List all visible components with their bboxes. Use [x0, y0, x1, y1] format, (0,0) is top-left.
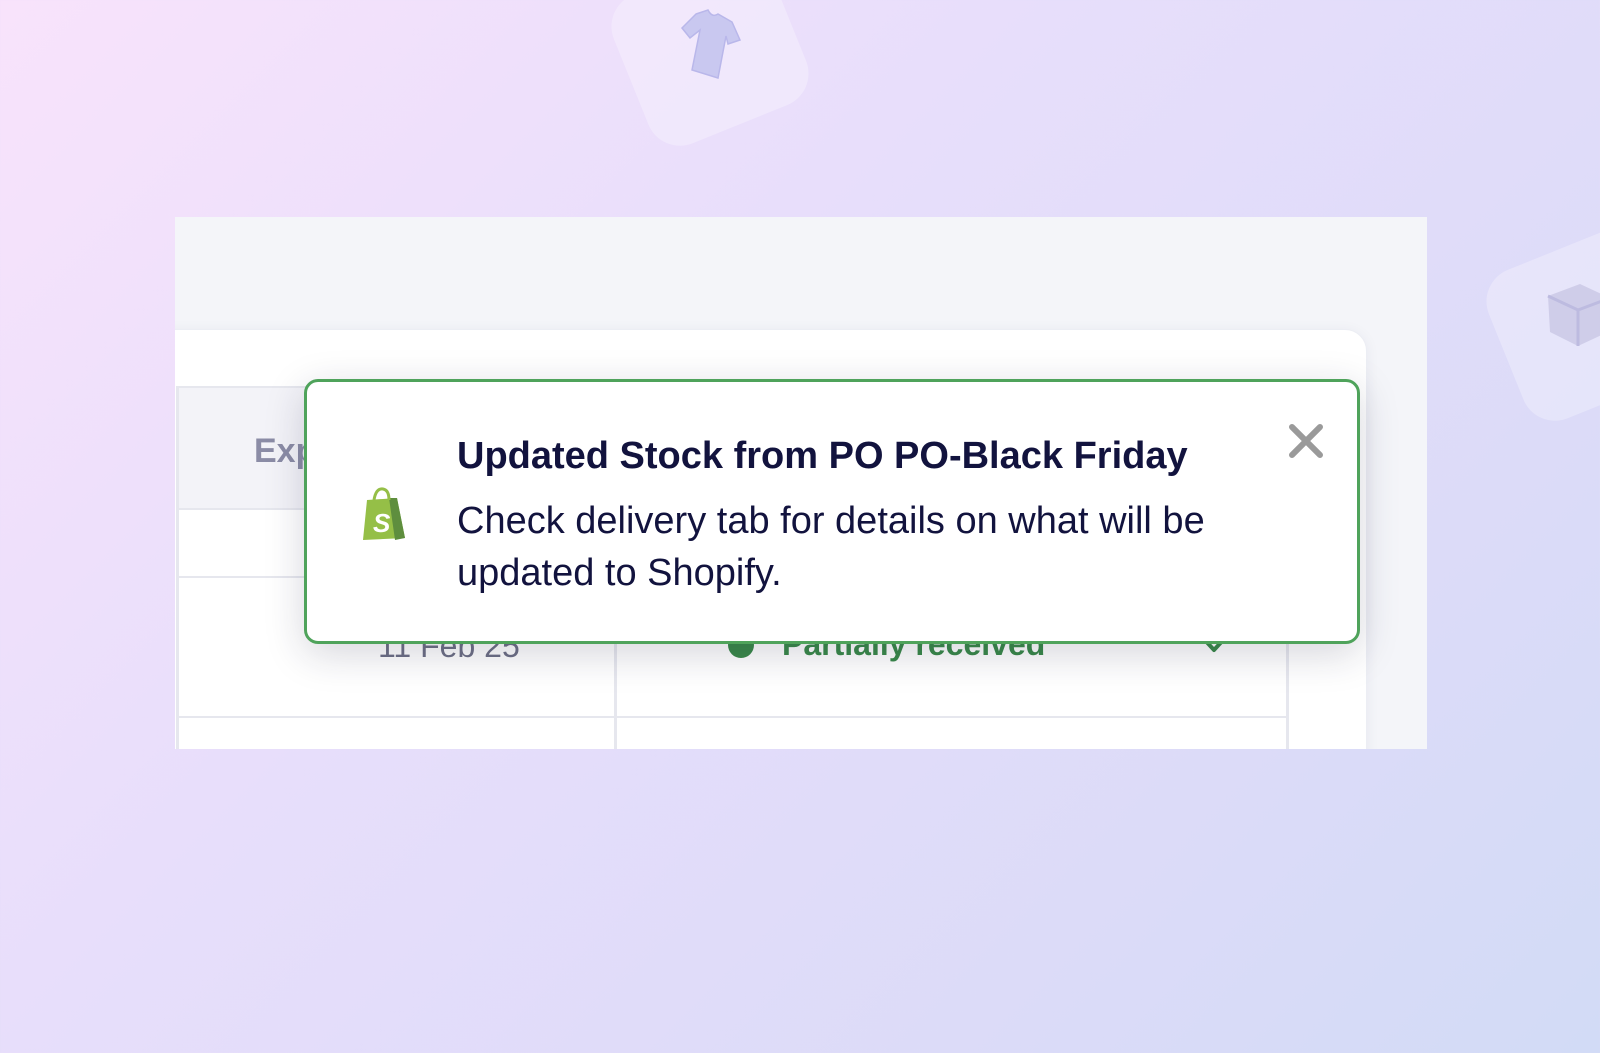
- box-icon: [1547, 284, 1600, 346]
- toast-title: Updated Stock from PO PO-Black Friday: [457, 435, 1188, 477]
- shirt-icon: [680, 9, 742, 79]
- svg-text:S: S: [373, 508, 391, 538]
- toast-message: Check delivery tab for details on what w…: [457, 500, 1205, 594]
- table-divider: [176, 386, 179, 749]
- shopify-bag-icon: S: [363, 487, 405, 540]
- toast-notification: S Updated Stock from PO PO-Black Friday …: [304, 379, 1360, 644]
- close-icon: [1289, 424, 1323, 458]
- close-button[interactable]: [1285, 420, 1327, 462]
- table-row[interactable]: [178, 718, 1288, 749]
